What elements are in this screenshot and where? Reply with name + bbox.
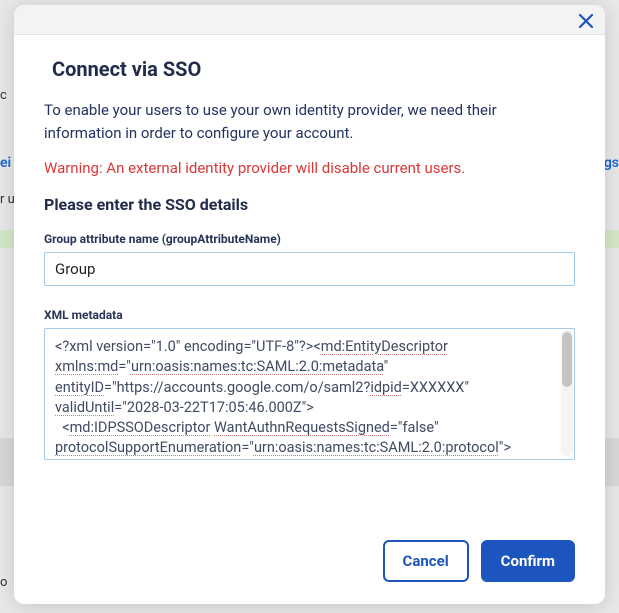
xml-metadata-label: XML metadata: [44, 308, 575, 322]
group-attr-label: Group attribute name (groupAttributeName…: [44, 232, 575, 246]
modal-footer: Cancel Confirm: [14, 526, 605, 604]
modal-body: Connect via SSO To enable your users to …: [14, 35, 605, 526]
sso-modal: Connect via SSO To enable your users to …: [14, 5, 605, 604]
subheading: Please enter the SSO details: [44, 195, 575, 214]
bg-text-fragment: ei: [0, 155, 11, 171]
intro-text: To enable your users to use your own ide…: [44, 99, 575, 144]
bg-text-fragment: r u: [0, 192, 15, 207]
bg-text-fragment: gs: [604, 155, 619, 171]
cancel-button[interactable]: Cancel: [383, 540, 469, 582]
warning-text: Warning: An external identity provider w…: [44, 158, 575, 179]
close-icon: [579, 14, 593, 28]
bg-text-fragment: o: [0, 575, 7, 590]
xml-metadata-textarea[interactable]: <?xml version="1.0" encoding="UTF-8"?><m…: [44, 328, 575, 460]
group-attr-input[interactable]: [44, 252, 575, 286]
modal-title: Connect via SSO: [52, 57, 575, 81]
close-button[interactable]: [575, 10, 597, 32]
modal-header: [14, 5, 605, 35]
confirm-button[interactable]: Confirm: [481, 540, 575, 582]
scrollbar-thumb[interactable]: [562, 332, 572, 387]
bg-text-fragment: c: [0, 88, 7, 103]
xml-textarea-wrapper: <?xml version="1.0" encoding="UTF-8"?><m…: [44, 328, 575, 460]
